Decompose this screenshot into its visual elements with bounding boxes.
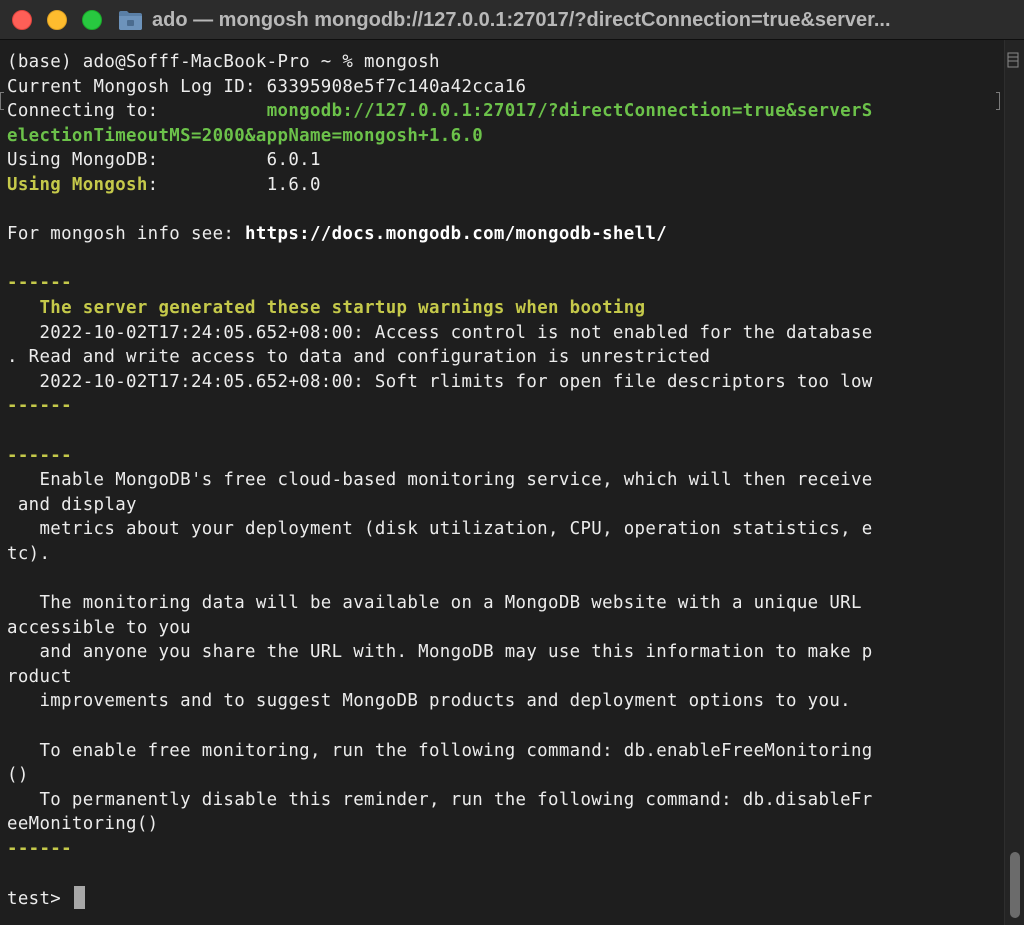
terminal-line: ------ (7, 837, 873, 862)
folder-icon (119, 11, 142, 30)
terminal-line: For mongosh info see: https://docs.mongo… (7, 222, 873, 247)
terminal-text: electionTimeoutMS=2000&appName=mongosh+1… (7, 125, 484, 146)
terminal-text: ------ (7, 396, 72, 417)
terminal-text: . Read and write access to data and conf… (7, 347, 711, 368)
zoom-button[interactable] (82, 10, 102, 30)
terminal-text: The server generated these startup warni… (39, 297, 646, 318)
title-bar[interactable]: ado — mongosh mongodb://127.0.0.1:27017/… (0, 0, 1024, 40)
terminal-text: To enable free monitoring, run the follo… (7, 740, 873, 761)
terminal-line: () (7, 763, 873, 788)
terminal-line: Using MongoDB: 6.0.1 (7, 148, 873, 173)
terminal-line: (base) ado@Sofff-MacBook-Pro ~ % mongosh (7, 50, 873, 75)
terminal-text: () (7, 765, 29, 786)
terminal-text: (base) ado@Sofff-MacBook-Pro ~ % mongosh (7, 52, 440, 72)
window-title: ado — mongosh mongodb://127.0.0.1:27017/… (152, 8, 891, 31)
terminal-text: and anyone you share the URL with. Mongo… (7, 642, 873, 663)
terminal-text: test> (7, 889, 72, 910)
terminal-text: ------ (7, 445, 72, 466)
terminal-text: Using MongoDB: 6.0.1 (7, 150, 321, 171)
scrollback-marker-left (0, 92, 4, 110)
terminal-text: https://docs.mongodb.com/mongodb-shell/ (245, 224, 668, 245)
terminal-text: 2022-10-02T17:24:05.652+08:00: Access co… (7, 322, 873, 343)
terminal-line: accessible to you (7, 616, 873, 641)
terminal-text: ------ (7, 273, 72, 294)
terminal-line: 2022-10-02T17:24:05.652+08:00: Soft rlim… (7, 370, 873, 395)
terminal-line: Enable MongoDB's free cloud-based monito… (7, 468, 873, 493)
terminal-line: . Read and write access to data and conf… (7, 345, 873, 370)
scrollbar[interactable] (1004, 40, 1024, 925)
terminal-line: ------ (7, 271, 873, 296)
text-cursor (73, 886, 85, 910)
terminal-text: accessible to you (7, 617, 191, 638)
terminal-text: 2022-10-02T17:24:05.652+08:00: Soft rlim… (7, 371, 873, 392)
terminal-line: and anyone you share the URL with. Mongo… (7, 640, 873, 665)
scrollback-marker-right (996, 92, 1000, 110)
terminal-text: eeMonitoring() (7, 814, 159, 835)
terminal-text: mongodb://127.0.0.1:27017/?directConnect… (266, 101, 873, 122)
window-title-area: ado — mongosh mongodb://127.0.0.1:27017/… (118, 0, 1014, 40)
close-button[interactable] (12, 10, 32, 30)
terminal-line: improvements and to suggest MongoDB prod… (7, 689, 873, 714)
terminal-line: To permanently disable this reminder, ru… (7, 788, 873, 813)
terminal-window: ado — mongosh mongodb://127.0.0.1:27017/… (0, 0, 1024, 925)
menu-icon[interactable] (1007, 52, 1019, 68)
terminal-output: (base) ado@Sofff-MacBook-Pro ~ % mongosh… (7, 50, 873, 911)
terminal-text: ------ (7, 839, 72, 859)
terminal-text: Connecting to: (7, 101, 267, 122)
terminal-line: The monitoring data will be available on… (7, 591, 873, 616)
prompt-line: test> (7, 886, 873, 911)
terminal-line: Connecting to: mongodb://127.0.0.1:27017… (7, 99, 873, 124)
terminal-line: and display (7, 493, 873, 518)
terminal-text: Using Mongosh (7, 174, 148, 195)
terminal-line: roduct (7, 665, 873, 690)
terminal-text: : 1.6.0 (147, 174, 321, 195)
terminal-content[interactable]: (base) ado@Sofff-MacBook-Pro ~ % mongosh… (0, 40, 1010, 925)
terminal-line: metrics about your deployment (disk util… (7, 517, 873, 542)
terminal-text: To permanently disable this reminder, ru… (7, 789, 873, 810)
terminal-text: metrics about your deployment (disk util… (7, 519, 873, 540)
terminal-line: Current Mongosh Log ID: 63395908e5f7c140… (7, 75, 873, 100)
terminal-line: electionTimeoutMS=2000&appName=mongosh+1… (7, 124, 873, 149)
terminal-line: ------ (7, 444, 873, 469)
terminal-line: 2022-10-02T17:24:05.652+08:00: Access co… (7, 321, 873, 346)
terminal-line: The server generated these startup warni… (7, 296, 873, 321)
terminal-line: Using Mongosh: 1.6.0 (7, 173, 873, 198)
terminal-text: roduct (7, 666, 72, 687)
scrollbar-thumb[interactable] (1010, 852, 1020, 918)
terminal-text: improvements and to suggest MongoDB prod… (7, 691, 851, 712)
terminal-line: ------ (7, 394, 873, 419)
terminal-text: The monitoring data will be available on… (7, 593, 862, 614)
terminal-text: tc). (7, 543, 51, 564)
terminal-text: and display (7, 494, 137, 515)
terminal-line: To enable free monitoring, run the follo… (7, 739, 873, 764)
terminal-text: For mongosh info see: (7, 224, 246, 245)
terminal-text: Enable MongoDB's free cloud-based monito… (7, 470, 873, 491)
terminal-line: tc). (7, 542, 873, 567)
terminal-text: Current Mongosh Log ID: 63395908e5f7c140… (7, 76, 527, 97)
minimize-button[interactable] (47, 10, 67, 30)
terminal-line: eeMonitoring() (7, 812, 873, 837)
